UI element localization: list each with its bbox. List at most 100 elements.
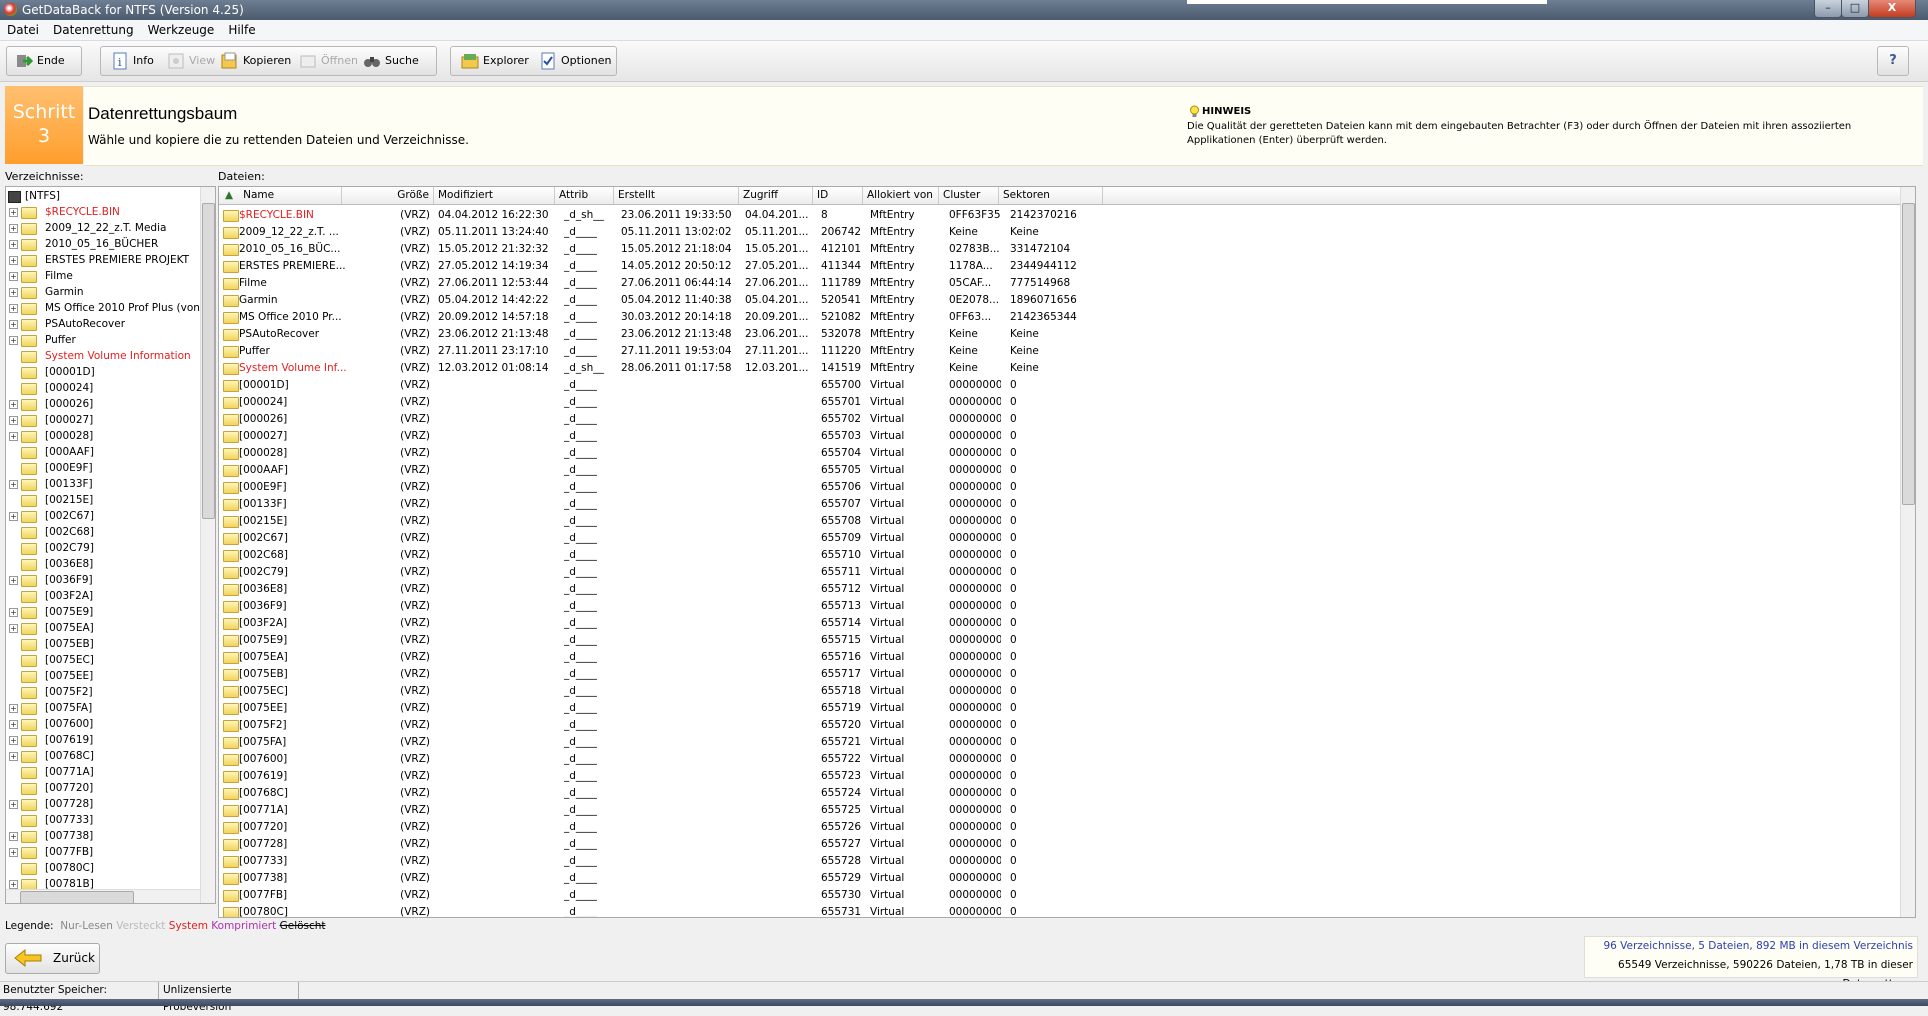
expand-icon[interactable]: +: [9, 480, 18, 489]
expand-icon[interactable]: +: [9, 400, 18, 409]
expand-icon[interactable]: +: [9, 416, 18, 425]
file-row[interactable]: [0075EC] (VRZ) _d____ 655718 Virtual 00000000…: [219, 683, 1901, 700]
column-attrib[interactable]: Attrib: [555, 187, 614, 204]
close-button[interactable]: X: [1868, 0, 1916, 18]
file-row[interactable]: [0075FA] (VRZ) _d____ 655721 Virtual 00000000…: [219, 734, 1901, 751]
column-sectors[interactable]: Sektoren: [999, 187, 1103, 204]
expand-icon[interactable]: +: [9, 736, 18, 745]
file-row[interactable]: MS Office 2010 Pr... (VRZ) 20.09.2012 14:5…: [219, 309, 1901, 326]
expand-icon[interactable]: +: [9, 432, 18, 441]
maximize-button[interactable]: □: [1841, 0, 1869, 18]
expand-icon[interactable]: +: [9, 752, 18, 761]
file-row[interactable]: [000024] (VRZ) _d____ 655701 Virtual 00000000…: [219, 394, 1901, 411]
file-row[interactable]: [0036E8] (VRZ) _d____ 655712 Virtual 00000000…: [219, 581, 1901, 598]
file-row[interactable]: [007738] (VRZ) _d____ 655729 Virtual 00000000…: [219, 870, 1901, 887]
expand-icon[interactable]: +: [9, 704, 18, 713]
explorer-button[interactable]: Explorer: [461, 51, 529, 71]
column-cluster[interactable]: Cluster: [939, 187, 999, 204]
file-row[interactable]: [00768C] (VRZ) _d____ 655724 Virtual 00000000…: [219, 785, 1901, 802]
up-arrow-icon[interactable]: ▲: [225, 189, 233, 201]
tree-horizontal-scrollbar[interactable]: [6, 889, 200, 903]
column-access[interactable]: Zugriff: [739, 187, 813, 204]
expand-icon[interactable]: +: [9, 240, 18, 249]
file-list[interactable]: ▲ Name Größe Modifiziert Attrib Erstellt…: [218, 186, 1916, 918]
column-id[interactable]: ID: [813, 187, 863, 204]
ende-button[interactable]: Ende: [15, 51, 65, 71]
expand-icon[interactable]: +: [9, 208, 18, 217]
column-allocated[interactable]: Allokiert von: [863, 187, 939, 204]
tree-vertical-scrollbar[interactable]: [200, 187, 215, 903]
file-row[interactable]: [00215E] (VRZ) _d____ 655708 Virtual 00000000…: [219, 513, 1901, 530]
optionen-button[interactable]: Optionen: [539, 51, 611, 71]
file-row[interactable]: [007600] (VRZ) _d____ 655722 Virtual 00000000…: [219, 751, 1901, 768]
file-row[interactable]: [00001D] (VRZ) _d____ 655700 Virtual 00000000…: [219, 377, 1901, 394]
file-row[interactable]: [00771A] (VRZ) _d____ 655725 Virtual 00000000…: [219, 802, 1901, 819]
file-row[interactable]: [000027] (VRZ) _d____ 655703 Virtual 00000000…: [219, 428, 1901, 445]
file-row[interactable]: [003F2A] (VRZ) _d____ 655714 Virtual 00000000…: [219, 615, 1901, 632]
files-vertical-scrollbar[interactable]: [1900, 187, 1915, 917]
expand-icon[interactable]: +: [9, 848, 18, 857]
tree-scroll-thumb[interactable]: [202, 203, 215, 519]
menu-datenrettung[interactable]: Datenrettung: [46, 20, 141, 37]
file-row[interactable]: [000026] (VRZ) _d____ 655702 Virtual 00000000…: [219, 411, 1901, 428]
tree-hscroll-thumb[interactable]: [20, 891, 134, 903]
expand-icon[interactable]: +: [9, 304, 18, 313]
file-row[interactable]: Filme (VRZ) 27.06.2011 12:53:44 _d____ 27.06…: [219, 275, 1901, 292]
file-row[interactable]: System Volume Inf... (VRZ) 12.03.2012 01:0…: [219, 360, 1901, 377]
file-row[interactable]: 2010_05_16_BÜC... (VRZ) 15.05.2012 21:32:3…: [219, 241, 1901, 258]
suche-button[interactable]: Suche: [363, 51, 419, 71]
file-row[interactable]: [000028] (VRZ) _d____ 655704 Virtual 00000000…: [219, 445, 1901, 462]
file-row[interactable]: $RECYCLE.BIN (VRZ) 04.04.2012 16:22:30 _d_s…: [219, 207, 1901, 224]
expand-icon[interactable]: +: [9, 800, 18, 809]
expand-icon[interactable]: +: [9, 224, 18, 233]
column-size[interactable]: Größe: [342, 187, 434, 204]
expand-icon[interactable]: +: [9, 576, 18, 585]
column-name[interactable]: ▲ Name: [219, 187, 342, 204]
oeffnen-button[interactable]: Öffnen: [299, 51, 358, 71]
menu-datei[interactable]: Datei: [0, 20, 46, 37]
file-row[interactable]: [00780C] (VRZ) _d____ 655731 Virtual 00000000…: [219, 904, 1901, 917]
expand-icon[interactable]: +: [9, 320, 18, 329]
minimize-button[interactable]: –: [1814, 0, 1842, 18]
file-row[interactable]: [007619] (VRZ) _d____ 655723 Virtual 00000000…: [219, 768, 1901, 785]
file-row[interactable]: [0077FB] (VRZ) _d____ 655730 Virtual 00000000…: [219, 887, 1901, 904]
file-row[interactable]: [0036F9] (VRZ) _d____ 655713 Virtual 00000000…: [219, 598, 1901, 615]
directory-tree[interactable]: [NTFS] + $RECYCLE.BIN +2009_12_22_z.T. Medi…: [5, 186, 216, 904]
file-row[interactable]: [007720] (VRZ) _d____ 655726 Virtual 00000000…: [219, 819, 1901, 836]
file-row[interactable]: 2009_12_22_z.T. ... (VRZ) 05.11.2011 13:24…: [219, 224, 1901, 241]
file-row[interactable]: [002C68] (VRZ) _d____ 655710 Virtual 00000000…: [219, 547, 1901, 564]
column-created[interactable]: Erstellt: [614, 187, 739, 204]
file-row[interactable]: Garmin (VRZ) 05.04.2012 14:42:22 _d____ 05.0…: [219, 292, 1901, 309]
file-row[interactable]: [0075EB] (VRZ) _d____ 655717 Virtual 00000000…: [219, 666, 1901, 683]
file-row[interactable]: [000AAF] (VRZ) _d____ 655705 Virtual 00000000…: [219, 462, 1901, 479]
file-row[interactable]: [002C67] (VRZ) _d____ 655709 Virtual 00000000…: [219, 530, 1901, 547]
file-row[interactable]: PSAutoRecover (VRZ) 23.06.2012 21:13:48 _d_…: [219, 326, 1901, 343]
file-row[interactable]: [00133F] (VRZ) _d____ 655707 Virtual 00000000…: [219, 496, 1901, 513]
expand-icon[interactable]: +: [9, 512, 18, 521]
back-button[interactable]: Zurück: [5, 943, 100, 974]
column-modified[interactable]: Modifiziert: [434, 187, 555, 204]
file-row[interactable]: Puffer (VRZ) 27.11.2011 23:17:10 _d____ 27.1…: [219, 343, 1901, 360]
help-button[interactable]: ?: [1877, 46, 1909, 76]
info-button[interactable]: i Info: [111, 51, 154, 71]
files-scroll-thumb[interactable]: [1902, 203, 1915, 505]
file-row[interactable]: ERSTES PREMIERE... (VRZ) 27.05.2012 14:19:…: [219, 258, 1901, 275]
expand-icon[interactable]: +: [9, 832, 18, 841]
file-row[interactable]: [002C79] (VRZ) _d____ 655711 Virtual 00000000…: [219, 564, 1901, 581]
view-button[interactable]: View: [167, 51, 215, 71]
file-row[interactable]: [0075E9] (VRZ) _d____ 655715 Virtual 00000000…: [219, 632, 1901, 649]
expand-icon[interactable]: +: [9, 336, 18, 345]
expand-icon[interactable]: +: [9, 608, 18, 617]
expand-icon[interactable]: +: [9, 880, 18, 889]
file-row[interactable]: [0075EA] (VRZ) _d____ 655716 Virtual 00000000…: [219, 649, 1901, 666]
file-row[interactable]: [007733] (VRZ) _d____ 655728 Virtual 00000000…: [219, 853, 1901, 870]
menu-werkzeuge[interactable]: Werkzeuge: [141, 20, 222, 37]
file-row[interactable]: [000E9F] (VRZ) _d____ 655706 Virtual 00000000…: [219, 479, 1901, 496]
kopieren-button[interactable]: Kopieren: [221, 51, 291, 71]
expand-icon[interactable]: +: [9, 720, 18, 729]
file-row[interactable]: [0075EE] (VRZ) _d____ 655719 Virtual 00000000…: [219, 700, 1901, 717]
file-row[interactable]: [007728] (VRZ) _d____ 655727 Virtual 00000000…: [219, 836, 1901, 853]
expand-icon[interactable]: +: [9, 256, 18, 265]
file-row[interactable]: [0075F2] (VRZ) _d____ 655720 Virtual 00000000…: [219, 717, 1901, 734]
expand-icon[interactable]: +: [9, 272, 18, 281]
